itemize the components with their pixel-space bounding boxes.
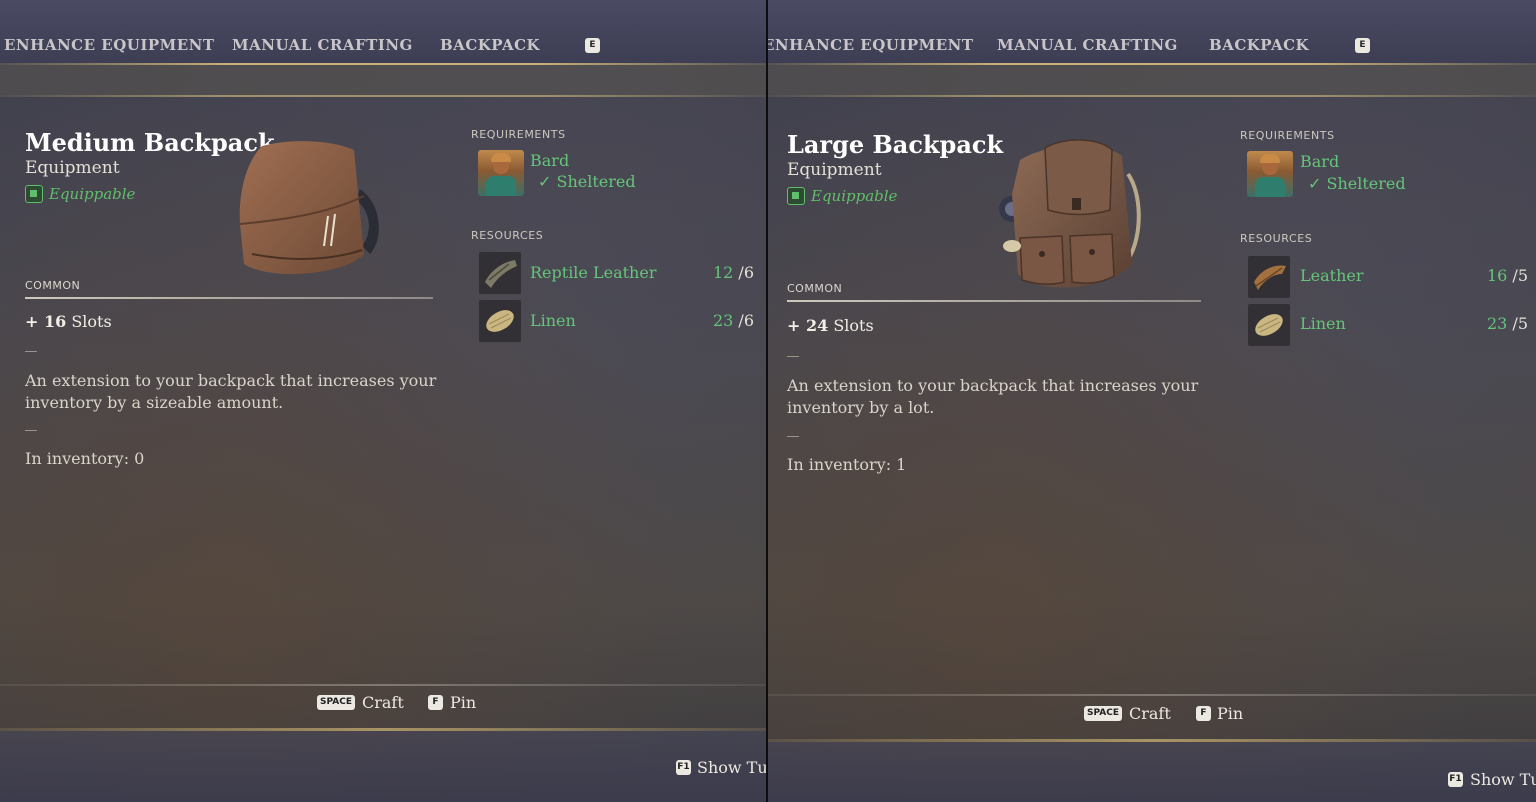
separator-dash [787,356,799,357]
item-category: Equipment [25,158,120,178]
pin-button[interactable]: Pin [1217,704,1243,723]
top-tab-bar [0,0,766,64]
resource-count: 23 /5 [1486,314,1528,333]
equippable-label: Equippable [811,187,898,205]
medium-backpack-icon [239,141,379,275]
requirement-condition: ✓ Sheltered [538,172,636,191]
tab-manual-crafting[interactable]: MANUAL CRAFTING [997,36,1178,54]
item-title: Large Backpack [787,130,1004,159]
rarity-label: COMMON [787,282,843,295]
header-divider-lower [768,95,1536,97]
bard-portrait-icon [1247,151,1293,197]
f1-key-hint: F1 [676,760,691,775]
equippable-icon [25,185,43,203]
tab-backpack[interactable]: BACKPACK [1209,36,1309,54]
top-tab-bar [768,0,1536,64]
slots-value: + 16 [25,312,67,331]
rarity-divider [25,297,433,299]
bottom-band [768,742,1536,802]
requirement-name: Bard [1300,152,1340,171]
requirement-condition: ✓ Sheltered [1308,174,1406,193]
right-crafting-panel: ENHANCE EQUIPMENT MANUAL CRAFTING BACKPA… [768,0,1536,802]
slots-label: Slots [833,316,874,335]
rarity-label: COMMON [25,279,81,292]
space-key-hint: SPACE [1084,706,1122,721]
inventory-count: In inventory: 0 [25,449,145,468]
equippable-tag: Equippable [787,187,897,205]
item-description: An extension to your backpack that incre… [787,376,1199,417]
show-tutorial-button[interactable]: Show Tu [697,758,766,777]
tab-backpack[interactable]: BACKPACK [440,36,540,54]
requirements-label: REQUIREMENTS [1240,129,1335,142]
craft-button[interactable]: Craft [362,693,404,712]
resource-name: Linen [1300,314,1346,333]
pin-button[interactable]: Pin [450,693,476,712]
resources-label: RESOURCES [1240,232,1313,245]
requirements-label: REQUIREMENTS [471,128,566,141]
f1-key-hint: F1 [1448,772,1463,787]
tab-enhance-equipment[interactable]: ENHANCE EQUIPMENT [768,36,974,54]
tab-manual-crafting[interactable]: MANUAL CRAFTING [232,36,413,54]
bottom-band [0,731,766,802]
leather-icon [1248,256,1290,298]
item-description: An extension to your backpack that incre… [25,371,437,412]
separator-dash [25,430,37,431]
next-tab-key-hint: E [585,38,600,53]
equippable-tag: Equippable [25,185,135,203]
f-key-hint: F [428,695,443,710]
footer-divider [0,684,766,686]
resource-count: 16 /5 [1486,266,1528,285]
space-key-hint: SPACE [317,695,355,710]
header-divider-lower [0,95,766,97]
f-key-hint: F [1196,706,1211,721]
requirement-name: Bard [530,151,570,170]
inventory-count: In inventory: 1 [787,455,907,474]
tab-enhance-equipment[interactable]: ENHANCE EQUIPMENT [4,36,215,54]
craft-button[interactable]: Craft [1129,704,1171,723]
slots-label: Slots [71,312,112,331]
slots-stat: + 24 Slots [787,316,874,335]
linen-icon [1248,304,1290,346]
resources-label: RESOURCES [471,229,544,242]
bard-portrait-icon [478,150,524,196]
header-band [768,65,1536,95]
item-category: Equipment [787,160,882,180]
equippable-icon [787,187,805,205]
slots-value: + 24 [787,316,829,335]
header-band [0,65,766,95]
resource-name: Leather [1300,266,1364,285]
linen-icon [479,300,521,342]
reptile-leather-icon [479,252,521,294]
equippable-label: Equippable [49,185,136,203]
resource-name: Linen [530,311,576,330]
left-crafting-panel: ENHANCE EQUIPMENT MANUAL CRAFTING BACKPA… [0,0,766,802]
resource-name: Reptile Leather [530,263,657,282]
separator-dash [25,351,37,352]
large-backpack-icon [999,139,1141,288]
resource-count: 23 /6 [712,311,754,330]
resource-count: 12 /6 [712,263,754,282]
footer-divider [768,694,1536,696]
separator-dash [787,436,799,437]
show-tutorial-button[interactable]: Show Tu [1470,770,1536,789]
rarity-divider [787,300,1201,302]
next-tab-key-hint: E [1355,38,1370,53]
slots-stat: + 16 Slots [25,312,112,331]
